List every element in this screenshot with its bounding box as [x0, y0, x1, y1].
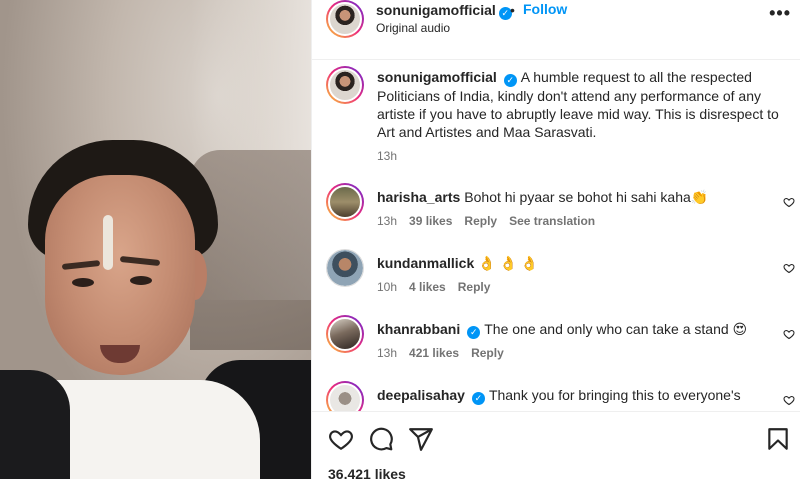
follow-button[interactable]: Follow: [523, 1, 567, 17]
reply-button[interactable]: Reply: [464, 214, 497, 228]
see-translation-button[interactable]: See translation: [509, 214, 595, 228]
comment-avatar[interactable]: [326, 381, 364, 411]
comment-text-block: harisha_arts Bohot hi pyaar se bohot hi s…: [377, 188, 777, 206]
post-likes-count[interactable]: 36,421 likes: [328, 466, 406, 479]
caption-time[interactable]: 13h: [377, 149, 397, 163]
comment-avatar[interactable]: [326, 249, 364, 287]
caption-username[interactable]: sonunigamofficial: [377, 69, 497, 85]
audio-label[interactable]: Original audio: [376, 21, 450, 35]
comment-avatar[interactable]: [326, 315, 364, 353]
author-avatar[interactable]: [326, 0, 364, 38]
verified-badge-icon: ✓: [467, 326, 481, 339]
comment-meta: 13h 39 likes Reply See translation: [377, 214, 607, 228]
comment-time[interactable]: 13h: [377, 214, 397, 228]
comment-text: The one and only who can take a stand 😍: [484, 321, 748, 337]
author-username-row[interactable]: sonunigamofficial ✓: [376, 2, 512, 20]
post-media[interactable]: [0, 0, 311, 479]
share-icon[interactable]: [408, 426, 434, 452]
media-chair: [190, 150, 311, 350]
comment-likes[interactable]: 39 likes: [409, 214, 452, 228]
comment-username[interactable]: harisha_arts: [377, 189, 460, 205]
comment-username[interactable]: khanrabbani: [377, 321, 460, 337]
comment-likes[interactable]: 4 likes: [409, 280, 446, 294]
media-jacket-left: [0, 370, 70, 479]
comment-text-block: kundanmallick 👌 👌 👌: [377, 254, 777, 272]
post-header: sonunigamofficial ✓ • Follow Original aud…: [312, 0, 800, 60]
comment-text: 👌 👌 👌: [478, 255, 539, 271]
comment-like-heart-icon[interactable]: [783, 394, 795, 406]
comment-like-heart-icon[interactable]: [783, 328, 795, 340]
more-options-icon[interactable]: •••: [769, 4, 791, 22]
author-username[interactable]: sonunigamofficial: [376, 2, 496, 18]
comment-avatar[interactable]: [326, 183, 364, 221]
reply-button[interactable]: Reply: [471, 346, 504, 360]
post-actions: 36,421 likes: [312, 411, 800, 479]
comment-icon[interactable]: [368, 426, 394, 452]
caption-meta: 13h: [377, 149, 409, 163]
comment-time[interactable]: 13h: [377, 346, 397, 360]
verified-badge-icon: ✓: [471, 392, 485, 405]
caption-text-block: sonunigamofficial ✓ A humble request to al…: [377, 68, 789, 141]
comment-text-block: khanrabbani ✓ The one and only who can tak…: [377, 320, 777, 339]
comment-like-heart-icon[interactable]: [783, 196, 795, 208]
comment-meta: 13h 421 likes Reply: [377, 346, 516, 360]
comment-meta: 10h 4 likes Reply: [377, 280, 502, 294]
bookmark-icon[interactable]: [765, 426, 791, 452]
comment-text-block: deepalisahay ✓ Thank you for bringing this…: [377, 386, 777, 405]
comment-text: Bohot hi pyaar se bohot hi sahi kaha👏: [464, 189, 709, 205]
comment-username[interactable]: deepalisahay: [377, 387, 465, 403]
comment-time[interactable]: 10h: [377, 280, 397, 294]
heart-icon[interactable]: [328, 426, 354, 452]
comments-section[interactable]: sonunigamofficial ✓ A humble request to al…: [312, 61, 800, 411]
reply-button[interactable]: Reply: [458, 280, 491, 294]
post-panel: sonunigamofficial ✓ • Follow Original aud…: [311, 0, 800, 479]
comment-likes[interactable]: 421 likes: [409, 346, 459, 360]
verified-badge-icon: ✓: [503, 74, 517, 87]
comment-username[interactable]: kundanmallick: [377, 255, 474, 271]
comment-like-heart-icon[interactable]: [783, 262, 795, 274]
media-eye-left: [72, 278, 94, 287]
separator-dot: •: [510, 2, 515, 18]
media-eye-right: [130, 276, 152, 285]
caption-avatar[interactable]: [326, 66, 364, 104]
media-tilak: [103, 215, 113, 270]
comment-text: Thank you for bringing this to everyone'…: [488, 387, 741, 403]
